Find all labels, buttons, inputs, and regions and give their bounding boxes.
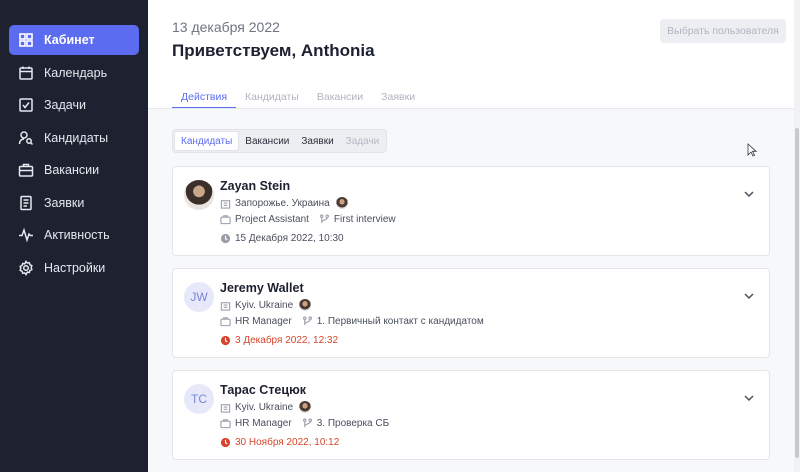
gear-icon: [18, 259, 34, 276]
building-icon: [220, 198, 231, 209]
datetime-row: 3 Декабря 2022, 12:32: [220, 335, 338, 346]
page-title: Приветствуем, Anthonia: [172, 41, 375, 60]
position-row: HR Manager 3. Проверка СБ: [220, 418, 389, 429]
mouse-cursor-icon: [747, 143, 757, 157]
main-area: 13 декабря 2022 Приветствуем, Anthonia В…: [148, 0, 800, 472]
sidebar-item-label: Вакансии: [44, 163, 100, 177]
tab-requests[interactable]: Заявки: [372, 87, 424, 109]
candidate-card[interactable]: ТС Тарас Стецюк Kyiv. Ukraine HR Manager…: [172, 370, 770, 460]
briefcase-icon: [220, 316, 231, 327]
sidebar-item-vacancies[interactable]: Вакансии: [9, 155, 139, 185]
grid-icon: [18, 32, 34, 48]
event-datetime: 3 Декабря 2022, 12:32: [235, 335, 339, 346]
sidebar-item-label: Задачи: [44, 98, 86, 112]
candidate-position: HR Manager: [235, 418, 292, 429]
segment-requests[interactable]: Заявки: [295, 131, 339, 151]
recruiter-avatar: [299, 299, 312, 311]
tabs: Действия Кандидаты Вакансии Заявки: [172, 87, 424, 109]
sidebar-item-label: Кабинет: [44, 33, 95, 47]
tab-actions[interactable]: Действия: [172, 87, 237, 109]
location-row: Kyiv. Ukraine: [220, 299, 312, 311]
candidate-location: Kyiv. Ukraine: [235, 299, 294, 311]
briefcase-icon: [18, 162, 34, 178]
clock-icon: [220, 233, 231, 244]
sidebar-item-label: Календарь: [44, 65, 108, 80]
sidebar-item-cabinet[interactable]: Кабинет: [9, 25, 139, 55]
sidebar-item-label: Настройки: [44, 260, 106, 275]
location-row: Kyiv. Ukraine: [220, 401, 312, 413]
recruiter-avatar: [335, 197, 348, 209]
checkbox-icon: [18, 97, 34, 113]
briefcase-icon: [220, 214, 231, 225]
candidate-name[interactable]: Тарас Стецюк: [220, 383, 306, 397]
document-icon: [18, 195, 34, 211]
branch-icon: [319, 214, 330, 225]
branch-icon: [302, 316, 313, 327]
candidate-stage: First interview: [333, 214, 396, 225]
avatar: [184, 180, 214, 210]
tab-candidates[interactable]: Кандидаты: [236, 87, 308, 109]
chevron-down-icon[interactable]: [742, 391, 756, 405]
user-search-icon: [18, 130, 34, 146]
scrollbar-thumb[interactable]: [795, 128, 799, 458]
sidebar-item-requests[interactable]: Заявки: [9, 188, 139, 218]
sidebar-item-tasks[interactable]: Задачи: [9, 90, 139, 120]
candidate-card[interactable]: Zayan Stein Запорожье. Украина Project A…: [172, 166, 770, 256]
segmented-filter: Кандидаты Вакансии Заявки Задачи: [172, 129, 388, 153]
location-row: Запорожье. Украина: [220, 197, 348, 209]
event-datetime: 30 Ноября 2022, 10:12: [235, 437, 340, 448]
candidate-location: Kyiv. Ukraine: [235, 401, 294, 413]
candidate-card[interactable]: JW Jeremy Wallet Kyiv. Ukraine HR Manage…: [172, 268, 770, 358]
sidebar-item-settings[interactable]: Настройки: [9, 253, 139, 283]
sidebar-item-label: Заявки: [44, 195, 85, 210]
candidate-position: Project Assistant: [235, 214, 309, 225]
avatar: JW: [184, 282, 214, 312]
segment-vacancies[interactable]: Вакансии: [239, 131, 295, 151]
datetime-row: 30 Ноября 2022, 10:12: [220, 437, 339, 448]
recruiter-avatar: [299, 401, 312, 413]
candidate-stage: 3. Проверка СБ: [316, 418, 390, 429]
sidebar-item-candidates[interactable]: Кандидаты: [9, 123, 139, 153]
branch-icon: [302, 418, 313, 429]
chevron-down-icon[interactable]: [742, 187, 756, 201]
event-datetime: 15 Декабря 2022, 10:30: [235, 233, 344, 244]
candidate-location: Запорожье. Украина: [235, 197, 330, 209]
select-user-button[interactable]: Выбрать пользователя: [660, 19, 786, 43]
clock-icon: [220, 335, 231, 346]
content-area: Кандидаты Вакансии Заявки Задачи Zayan S…: [148, 109, 800, 472]
candidate-position: HR Manager: [235, 316, 292, 327]
building-icon: [220, 300, 231, 311]
candidate-name[interactable]: Jeremy Wallet: [220, 281, 304, 295]
building-icon: [220, 402, 231, 413]
datetime-row: 15 Декабря 2022, 10:30: [220, 233, 344, 244]
tab-vacancies[interactable]: Вакансии: [308, 87, 372, 109]
candidate-stage: 1. Первичный контакт с кандидатом: [316, 316, 484, 327]
current-date: 13 декабря 2022: [172, 19, 280, 35]
avatar: ТС: [184, 384, 214, 414]
position-row: Project Assistant First interview: [220, 214, 396, 225]
position-row: HR Manager 1. Первичный контакт с кандид…: [220, 316, 484, 327]
activity-icon: [18, 227, 34, 243]
sidebar-item-label: Активность: [44, 228, 110, 242]
sidebar-item-calendar[interactable]: Календарь: [9, 58, 139, 88]
chevron-down-icon[interactable]: [742, 289, 756, 303]
sidebar-item-activity[interactable]: Активность: [9, 220, 139, 250]
segment-tasks[interactable]: Задачи: [340, 131, 386, 151]
sidebar-item-label: Кандидаты: [44, 130, 109, 145]
briefcase-icon: [220, 418, 231, 429]
segment-candidates[interactable]: Кандидаты: [174, 131, 240, 151]
scrollbar-track[interactable]: [794, 0, 800, 472]
calendar-icon: [18, 65, 34, 81]
clock-icon: [220, 437, 231, 448]
candidate-name[interactable]: Zayan Stein: [220, 179, 290, 193]
sidebar: Кабинет Календарь Задачи Кандидаты Вакан…: [0, 0, 148, 472]
